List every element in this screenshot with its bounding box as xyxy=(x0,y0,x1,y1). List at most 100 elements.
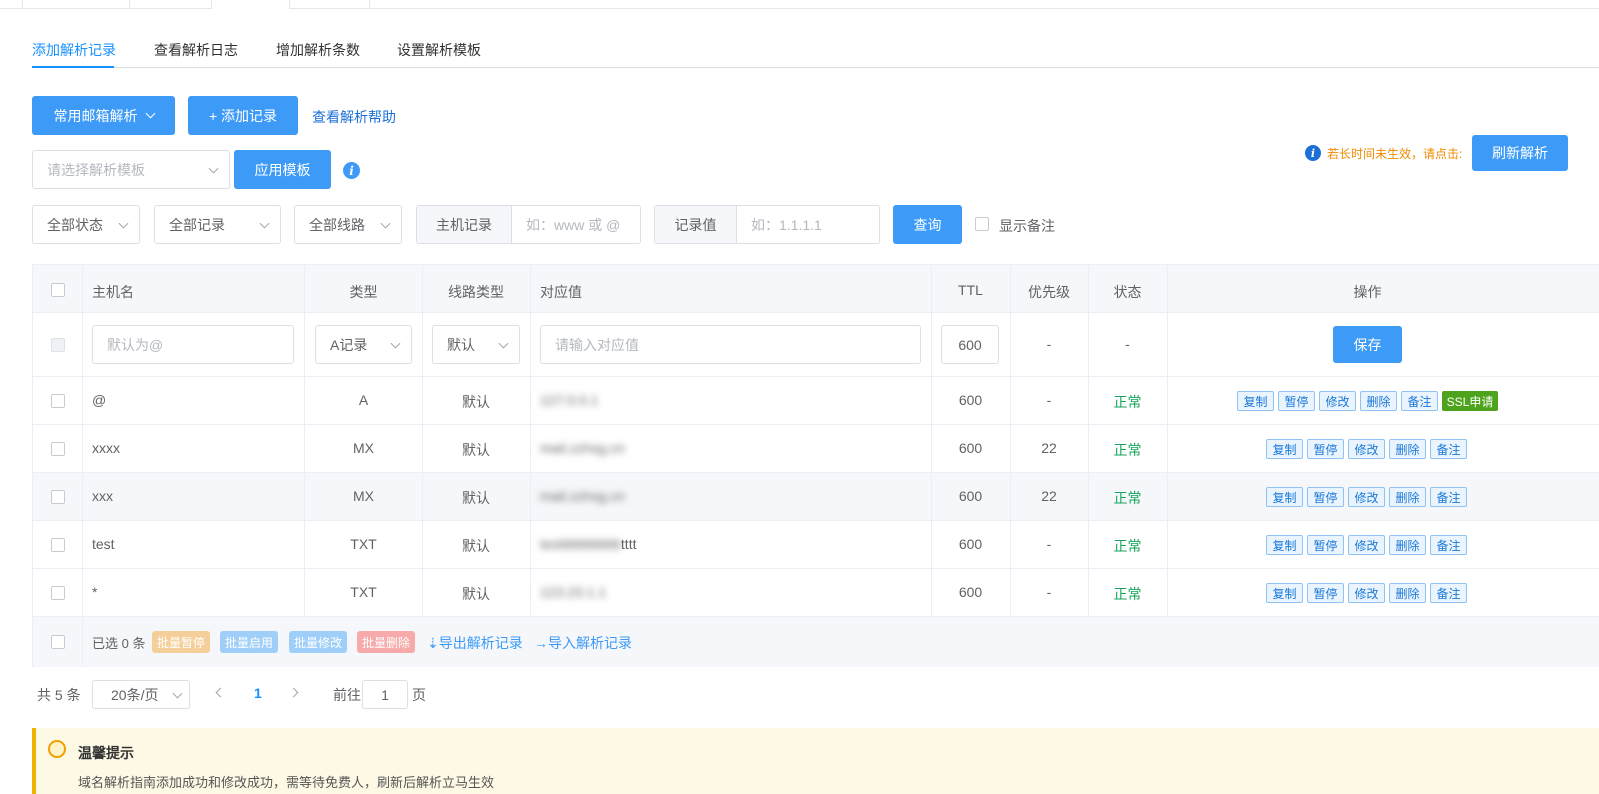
edit-button[interactable]: 修改 xyxy=(1348,487,1385,507)
value-filter-label: 记录值 xyxy=(655,206,737,243)
edit-button[interactable]: 修改 xyxy=(1348,439,1385,459)
chevron-down-icon xyxy=(380,218,391,229)
mail-parse-button[interactable]: 常用邮箱解析 xyxy=(32,96,175,135)
remark-button[interactable]: 备注 xyxy=(1430,439,1467,459)
remark-button[interactable]: 备注 xyxy=(1430,535,1467,555)
tab-add-record[interactable]: 添加解析记录 xyxy=(32,40,116,60)
new-type-select[interactable]: A记录 xyxy=(315,325,412,364)
sub-tabs: 添加解析记录 查看解析日志 增加解析条数 设置解析模板 xyxy=(32,30,1599,68)
row-host: @ xyxy=(92,392,107,408)
pause-button[interactable]: 暂停 xyxy=(1307,439,1344,459)
prev-page-icon[interactable] xyxy=(215,687,226,698)
query-button[interactable]: 查询 xyxy=(893,205,962,244)
template-select-placeholder: 请选择解析模板 xyxy=(47,161,145,178)
row-checkbox[interactable] xyxy=(51,394,65,408)
copy-button[interactable]: 复制 xyxy=(1237,391,1274,411)
footer-checkbox[interactable] xyxy=(51,635,65,649)
tip-title: 温馨提示 xyxy=(78,745,134,761)
value-filter-input[interactable]: 如：1.1.1.1 xyxy=(737,206,879,243)
table-footer-row: 已选 0 条 批量暂停 批量启用 批量修改 批量删除 ⇣导出解析记录 →导入解析… xyxy=(33,617,1599,667)
header-type: 类型 xyxy=(349,284,378,300)
delete-button[interactable]: 删除 xyxy=(1389,583,1426,603)
record-filter-value: 全部记录 xyxy=(169,216,225,233)
select-all-checkbox[interactable] xyxy=(51,283,65,297)
batch-delete-button[interactable]: 批量删除 xyxy=(357,631,415,653)
row-checkbox[interactable] xyxy=(51,490,65,504)
header-priority: 优先级 xyxy=(1028,284,1070,300)
show-remark-label: 显示备注 xyxy=(999,218,1055,234)
header-line: 线路类型 xyxy=(448,284,504,300)
row-ttl: 600 xyxy=(958,488,983,504)
row-line: 默认 xyxy=(462,490,490,506)
col-divider xyxy=(1167,265,1168,617)
copy-button[interactable]: 复制 xyxy=(1266,535,1303,555)
record-filter-select[interactable]: 全部记录 xyxy=(154,205,281,244)
copy-button[interactable]: 复制 xyxy=(1266,439,1303,459)
show-remark-checkbox[interactable] xyxy=(975,217,989,231)
row-checkbox[interactable] xyxy=(51,586,65,600)
row-checkbox[interactable] xyxy=(51,442,65,456)
row-type: MX xyxy=(353,488,374,504)
batch-pause-button[interactable]: 批量暂停 xyxy=(152,631,210,653)
delete-button[interactable]: 删除 xyxy=(1389,439,1426,459)
import-records-link[interactable]: →导入解析记录 xyxy=(534,633,632,653)
apply-template-button[interactable]: 应用模板 xyxy=(234,150,331,189)
row-value: 123.23.1.1 xyxy=(540,584,607,600)
remark-button[interactable]: 备注 xyxy=(1401,391,1438,411)
next-page-icon[interactable] xyxy=(288,687,299,698)
remark-button[interactable]: 备注 xyxy=(1430,583,1467,603)
refresh-parse-button[interactable]: 刷新解析 xyxy=(1472,135,1568,171)
line-filter-select[interactable]: 全部线路 xyxy=(294,205,402,244)
tab-set-template[interactable]: 设置解析模板 xyxy=(397,40,481,60)
tab-view-log[interactable]: 查看解析日志 xyxy=(154,40,238,60)
total-count: 共 5 条 xyxy=(37,687,81,703)
row-priority: - xyxy=(1046,536,1052,552)
copy-button[interactable]: 复制 xyxy=(1266,583,1303,603)
row-host: test xyxy=(92,536,115,552)
status-filter-select[interactable]: 全部状态 xyxy=(32,205,140,244)
row-checkbox[interactable] xyxy=(51,538,65,552)
export-records-link[interactable]: ⇣导出解析记录 xyxy=(427,633,523,653)
top-tab-stub-active[interactable] xyxy=(211,0,290,9)
tip-box: 温馨提示 域名解析指南添加成功和修改成功，需等待免费人，刷新后解析立马生效 xyxy=(32,728,1599,794)
chevron-down-icon xyxy=(172,688,183,699)
template-select[interactable]: 请选择解析模板 xyxy=(32,150,230,189)
edit-button[interactable]: 修改 xyxy=(1319,391,1356,411)
batch-edit-button[interactable]: 批量修改 xyxy=(289,631,347,653)
pause-button[interactable]: 暂停 xyxy=(1307,487,1344,507)
row-line: 默认 xyxy=(462,538,490,554)
pause-button[interactable]: 暂停 xyxy=(1307,583,1344,603)
new-ttl-input[interactable]: 600 xyxy=(941,325,999,364)
add-record-button[interactable]: + 添加记录 xyxy=(188,96,298,135)
edit-button[interactable]: 修改 xyxy=(1348,535,1385,555)
pause-button[interactable]: 暂停 xyxy=(1307,535,1344,555)
host-filter-label: 主机记录 xyxy=(417,206,512,243)
edit-button[interactable]: 修改 xyxy=(1348,583,1385,603)
row-status: 正常 xyxy=(1113,442,1142,458)
pause-button[interactable]: 暂停 xyxy=(1278,391,1315,411)
new-value-input[interactable]: 请输入对应值 xyxy=(540,325,921,364)
batch-enable-button[interactable]: 批量启用 xyxy=(220,631,278,653)
goto-page-input[interactable]: 1 xyxy=(362,680,408,709)
parse-help-link[interactable]: 查看解析帮助 xyxy=(312,107,396,127)
page-size-select[interactable]: 20条/页 xyxy=(92,680,190,709)
new-line-select[interactable]: 默认 xyxy=(432,325,520,364)
save-button[interactable]: 保存 xyxy=(1333,326,1402,363)
delete-button[interactable]: 删除 xyxy=(1389,487,1426,507)
page-suffix: 页 xyxy=(412,687,426,703)
top-tab-stub[interactable] xyxy=(129,0,211,9)
delete-button[interactable]: 删除 xyxy=(1389,535,1426,555)
ssl-apply-button[interactable]: SSL申请 xyxy=(1442,391,1498,411)
top-tab-stub[interactable] xyxy=(22,0,129,9)
host-filter-input[interactable]: 如：www 或 @ xyxy=(512,206,640,243)
copy-button[interactable]: 复制 xyxy=(1266,487,1303,507)
new-line-value: 默认 xyxy=(447,336,475,353)
tab-add-count[interactable]: 增加解析条数 xyxy=(276,40,360,60)
remark-button[interactable]: 备注 xyxy=(1430,487,1467,507)
chevron-down-icon xyxy=(498,338,509,349)
new-host-input[interactable]: 默认为@ xyxy=(92,325,294,364)
current-page[interactable]: 1 xyxy=(254,685,262,701)
row-type: TXT xyxy=(350,584,377,600)
delete-button[interactable]: 删除 xyxy=(1360,391,1397,411)
info-icon[interactable]: i xyxy=(343,162,360,179)
